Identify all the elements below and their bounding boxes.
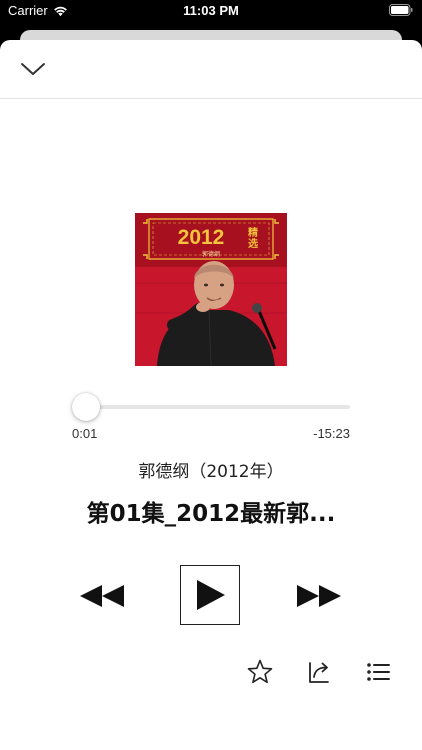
remaining-time: -15:23 xyxy=(313,426,350,441)
elapsed-time: 0:01 xyxy=(72,426,98,441)
battery-icon xyxy=(389,4,413,16)
artwork-name: 郭德纲 xyxy=(202,250,220,258)
status-bar: Carrier 11:03 PM xyxy=(0,0,422,22)
play-icon xyxy=(197,580,225,610)
forward-button[interactable] xyxy=(295,582,343,610)
artwork-image: 2012 精 选 郭德纲 xyxy=(135,213,287,366)
sheet-header xyxy=(0,40,422,99)
chevron-down-icon xyxy=(21,63,45,75)
now-playing-screen: Carrier 11:03 PM 2012 精 选 郭德纲 0:01 -15:2… xyxy=(0,0,422,750)
share-button[interactable] xyxy=(305,658,333,686)
dismiss-button[interactable] xyxy=(16,54,50,84)
album-artwork: 2012 精 选 郭德纲 xyxy=(135,213,287,366)
playlist-button[interactable] xyxy=(364,658,392,686)
play-button[interactable] xyxy=(180,565,240,625)
rewind-icon xyxy=(80,585,124,607)
slider-track xyxy=(72,405,350,409)
album-title: 郭德纲（2012年） xyxy=(138,462,284,482)
list-icon xyxy=(367,663,390,681)
share-icon xyxy=(309,662,329,683)
artwork-tag-1: 精 xyxy=(248,226,258,239)
track-title: 第01集_2012最新郭... xyxy=(86,501,336,527)
rewind-button[interactable] xyxy=(78,582,126,610)
progress-slider[interactable] xyxy=(72,392,350,422)
star-icon xyxy=(247,659,273,684)
player-sheet: 2012 精 选 郭德纲 0:01 -15:23 郭德纲（2012年） 第01集… xyxy=(0,40,422,750)
status-time: 11:03 PM xyxy=(183,3,239,18)
artwork-year: 2012 xyxy=(178,226,225,249)
artwork-tag-2: 选 xyxy=(248,237,258,250)
fast-forward-icon xyxy=(297,585,341,607)
slider-thumb[interactable] xyxy=(72,393,101,421)
favorite-button[interactable] xyxy=(246,658,274,686)
